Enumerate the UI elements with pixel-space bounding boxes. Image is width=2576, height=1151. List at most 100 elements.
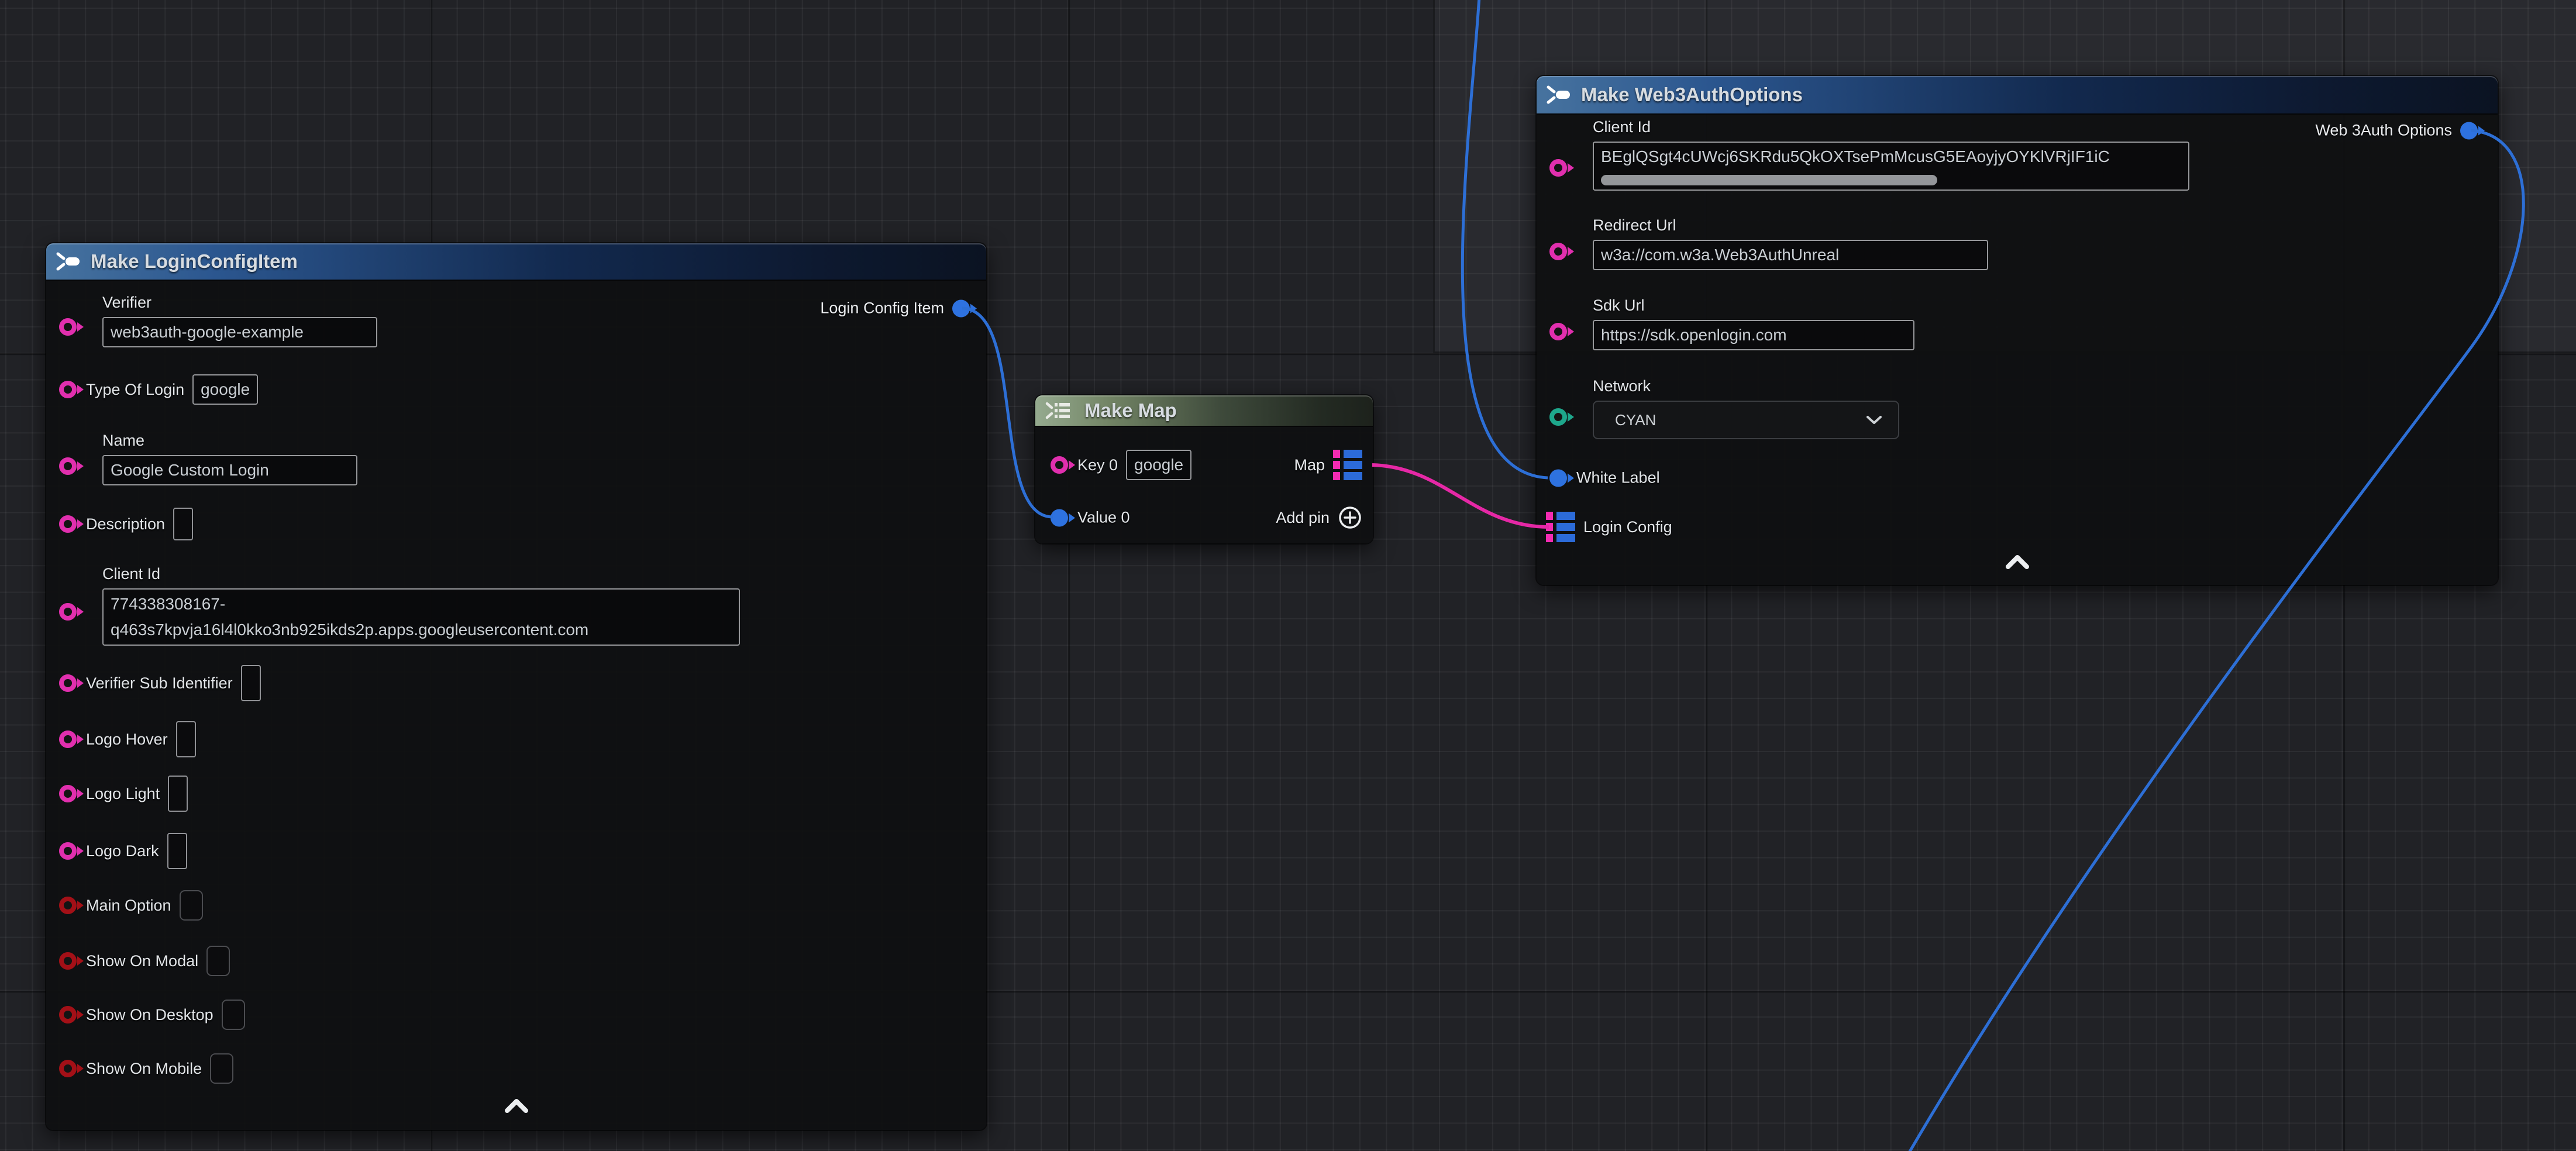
show-on-modal-row: Show On Modal (59, 946, 230, 976)
key0-field[interactable]: google (1126, 450, 1191, 480)
show-on-mobile-row: Show On Mobile (59, 1053, 233, 1084)
logo-hover-label: Logo Hover (86, 730, 168, 749)
logo-light-field[interactable] (168, 776, 188, 812)
make-map-icon (1045, 401, 1076, 421)
show-on-mobile-checkbox[interactable] (210, 1053, 233, 1084)
value0-label: Value 0 (1077, 509, 1130, 527)
show-on-mobile-pin[interactable] (59, 1060, 78, 1077)
output-row-login-config-item: Login Config Item (820, 299, 971, 318)
verifier-pin[interactable] (59, 318, 78, 336)
verifier-sub-identifier-row: Verifier Sub Identifier (59, 665, 261, 701)
logo-hover-field[interactable] (176, 721, 196, 757)
client-id-pin[interactable] (59, 603, 78, 621)
type-of-login-field[interactable]: google (192, 374, 258, 405)
node-title: Make Web3AuthOptions (1581, 84, 1803, 106)
client-id-field-scrollbar[interactable] (1601, 175, 1937, 185)
name-label: Name (102, 432, 357, 450)
login-config-item-output-pin[interactable] (952, 299, 971, 317)
verifier-field[interactable]: web3auth-google-example (102, 317, 377, 347)
node-make-map[interactable]: Make Map Key 0 google Map Value 0 Add pi… (1035, 395, 1373, 543)
login-config-item-label: Login Config Item (820, 299, 944, 318)
make-struct-icon (1546, 84, 1573, 105)
network-label: Network (1593, 377, 1899, 395)
white-label-row: White Label (1549, 469, 1660, 487)
add-pin-row: Add pin (1276, 505, 1362, 530)
logo-hover-pin[interactable] (59, 730, 78, 748)
redirect-url-pin[interactable] (1549, 243, 1568, 260)
main-option-label: Main Option (86, 897, 171, 915)
main-option-row: Main Option (59, 890, 203, 921)
sdk-url-label: Sdk Url (1593, 297, 1914, 315)
map-output-pin[interactable] (1333, 450, 1362, 480)
description-row: Description (59, 508, 193, 540)
logo-dark-field[interactable] (167, 833, 187, 869)
login-config-label: Login Config (1583, 518, 1672, 536)
verifier-sub-identifier-label: Verifier Sub Identifier (86, 674, 233, 692)
client-id-field[interactable]: 774338308167- q463s7kpvja16l4l0kko3nb925… (102, 588, 740, 646)
logo-dark-label: Logo Dark (86, 842, 159, 860)
client-id-field[interactable]: BEglQSgt4cUWcj6SKRdu5QkOXTsePmMcusG5EAoy… (1593, 142, 2189, 191)
description-label: Description (86, 515, 165, 533)
show-on-desktop-pin[interactable] (59, 1006, 78, 1024)
node-header-make-map[interactable]: Make Map (1035, 395, 1373, 426)
type-of-login-pin[interactable] (59, 381, 78, 398)
value0-pin[interactable] (1051, 509, 1069, 526)
node-header-make-web3authoptions[interactable]: Make Web3AuthOptions (1537, 76, 2498, 113)
client-id-label: Client Id (102, 565, 740, 583)
show-on-desktop-checkbox[interactable] (222, 1000, 245, 1030)
map-output-label: Map (1294, 456, 1325, 474)
node-title: Make Map (1084, 399, 1177, 422)
login-config-pin[interactable] (1546, 512, 1575, 542)
show-on-modal-pin[interactable] (59, 952, 78, 970)
login-config-row: Login Config (1546, 512, 1672, 542)
node-title: Make LoginConfigItem (91, 250, 298, 273)
network-dropdown-value: CYAN (1615, 411, 1656, 429)
show-on-modal-checkbox[interactable] (206, 946, 230, 976)
verifier-sub-identifier-field[interactable] (241, 665, 261, 701)
add-pin-icon[interactable] (1338, 505, 1362, 530)
key0-row: Key 0 google (1051, 450, 1191, 480)
logo-dark-pin[interactable] (59, 842, 78, 860)
verifier-label: Verifier (102, 294, 377, 312)
type-of-login-row: Type Of Login google (59, 374, 258, 405)
show-on-modal-label: Show On Modal (86, 952, 198, 970)
output-row-web3auth-options: Web 3Auth Options (2315, 122, 2479, 140)
chevron-down-icon (1865, 415, 1883, 425)
show-on-desktop-label: Show On Desktop (86, 1006, 213, 1024)
logo-light-row: Logo Light (59, 776, 188, 812)
node-header-make-loginconfigitem[interactable]: Make LoginConfigItem (46, 243, 986, 280)
key0-label: Key 0 (1077, 456, 1118, 474)
sdk-url-field[interactable]: https://sdk.openlogin.com (1593, 320, 1914, 350)
collapse-node-button[interactable] (504, 1098, 529, 1116)
description-field[interactable] (173, 508, 193, 540)
web3auth-options-output-pin[interactable] (2460, 122, 2479, 139)
logo-dark-row: Logo Dark (59, 833, 187, 869)
logo-light-pin[interactable] (59, 785, 78, 802)
key0-pin[interactable] (1051, 456, 1069, 474)
client-id-pin[interactable] (1549, 159, 1568, 177)
logo-hover-row: Logo Hover (59, 721, 196, 757)
collapse-node-button[interactable] (2005, 554, 2030, 573)
client-id-label: Client Id (1593, 118, 2189, 136)
redirect-url-field[interactable]: w3a://com.w3a.Web3AuthUnreal (1593, 240, 1988, 270)
node-make-loginconfigitem[interactable]: Make LoginConfigItem Verifier web3auth-g… (46, 243, 986, 1130)
name-pin[interactable] (59, 457, 78, 475)
white-label-pin[interactable] (1549, 469, 1568, 487)
name-field[interactable]: Google Custom Login (102, 455, 357, 485)
network-dropdown[interactable]: CYAN (1593, 401, 1899, 439)
verifier-sub-identifier-pin[interactable] (59, 674, 78, 692)
main-option-pin[interactable] (59, 897, 78, 914)
show-on-desktop-row: Show On Desktop (59, 1000, 245, 1030)
web3auth-options-label: Web 3Auth Options (2315, 122, 2452, 140)
type-of-login-label: Type Of Login (86, 381, 184, 399)
wire-map-to-login-config (1372, 465, 1549, 527)
main-option-checkbox[interactable] (180, 890, 203, 921)
blueprint-graph-canvas[interactable]: Make LoginConfigItem Verifier web3auth-g… (0, 0, 2576, 1151)
description-pin[interactable] (59, 515, 78, 533)
node-make-web3authoptions[interactable]: Make Web3AuthOptions Client Id BEglQSgt4… (1537, 76, 2498, 585)
sdk-url-pin[interactable] (1549, 323, 1568, 340)
value0-row: Value 0 (1051, 509, 1130, 527)
network-pin[interactable] (1549, 408, 1568, 426)
redirect-url-label: Redirect Url (1593, 216, 1988, 235)
logo-light-label: Logo Light (86, 785, 160, 803)
